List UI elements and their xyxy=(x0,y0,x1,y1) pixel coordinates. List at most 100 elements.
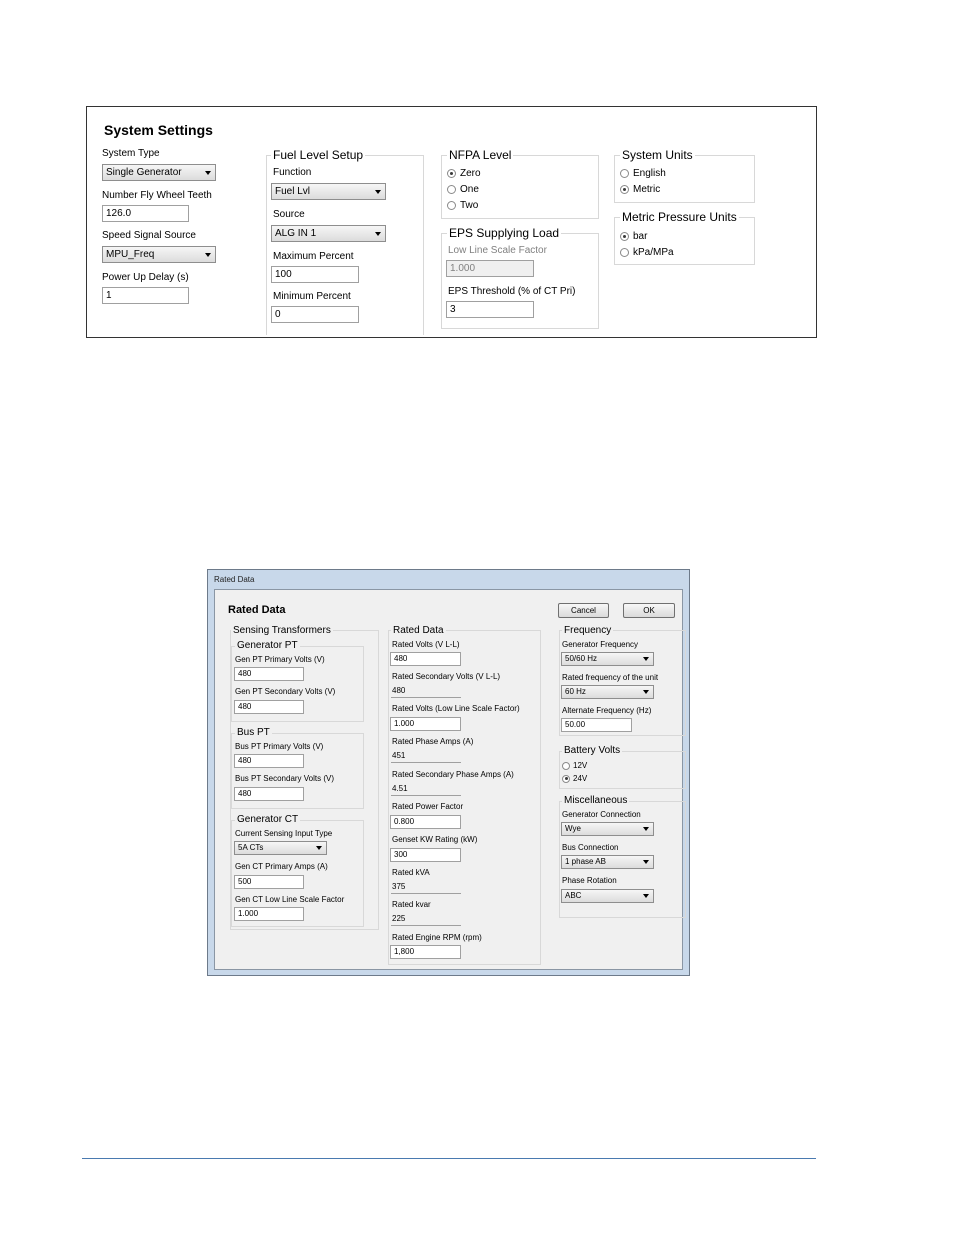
nfpa-radio-two[interactable]: Two xyxy=(447,200,478,211)
system-type-label: System Type xyxy=(102,148,160,159)
rated-data-window: Rated Data Rated Data Cancel OK Sensing … xyxy=(207,569,690,976)
sensing-transformers-title: Sensing Transformers xyxy=(231,625,333,636)
fly-wheel-input[interactable]: 126.0 xyxy=(102,205,189,222)
bus-pt-secondary-label: Bus PT Secondary Volts (V) xyxy=(235,774,335,783)
phase-rotation-value: ABC xyxy=(565,891,582,900)
eps-title: EPS Supplying Load xyxy=(447,226,562,240)
bus-connection-select[interactable]: 1 phase AB xyxy=(561,855,654,869)
rated-secondary-phase-amps-value: 4.51 xyxy=(391,782,461,796)
min-percent-input[interactable]: 0 xyxy=(271,306,359,323)
max-percent-input[interactable]: 100 xyxy=(271,266,359,283)
gen-pt-secondary-input[interactable]: 480 xyxy=(234,700,304,714)
phase-rotation-select[interactable]: ABC xyxy=(561,889,654,903)
pressure-units-title: Metric Pressure Units xyxy=(620,210,739,224)
rated-phase-amps-label: Rated Phase Amps (A) xyxy=(392,737,474,746)
gen-pt-secondary-label: Gen PT Secondary Volts (V) xyxy=(235,687,336,696)
gen-frequency-select[interactable]: 50/60 Hz xyxy=(561,652,654,666)
rated-kvar-label: Rated kvar xyxy=(392,900,431,909)
ct-input-type-select[interactable]: 5A CTs xyxy=(234,841,327,855)
eps-threshold-label: EPS Threshold (% of CT Pri) xyxy=(448,286,576,297)
bus-pt-primary-input[interactable]: 480 xyxy=(234,754,304,768)
system-type-select[interactable]: Single Generator xyxy=(102,164,216,181)
gen-pt-primary-input[interactable]: 480 xyxy=(234,667,304,681)
eps-scale-label: Low Line Scale Factor xyxy=(448,245,547,256)
radio-selected-icon xyxy=(447,169,456,178)
chevron-down-icon xyxy=(375,232,381,236)
system-units-group xyxy=(614,155,755,203)
radio-icon xyxy=(620,248,629,257)
gen-frequency-value: 50/60 Hz xyxy=(565,654,598,663)
pressure-option-label: bar xyxy=(633,231,648,242)
ct-input-type-label: Current Sensing Input Type xyxy=(235,829,333,838)
battery-option-label: 24V xyxy=(573,774,588,783)
function-select[interactable]: Fuel Lvl xyxy=(271,183,386,200)
gen-connection-select[interactable]: Wye xyxy=(561,822,654,836)
bus-pt-secondary-input[interactable]: 480 xyxy=(234,787,304,801)
min-percent-label: Minimum Percent xyxy=(273,291,351,302)
gen-connection-value: Wye xyxy=(565,824,581,833)
gen-ct-scale-input[interactable]: 1.000 xyxy=(234,907,304,921)
rated-data-group-title: Rated Data xyxy=(391,625,446,636)
speed-source-select[interactable]: MPU_Freq xyxy=(102,246,216,263)
source-value: ALG IN 1 xyxy=(275,228,317,239)
source-select[interactable]: ALG IN 1 xyxy=(271,225,386,242)
rated-secondary-volts-value: 480 xyxy=(391,684,461,698)
units-option-label: English xyxy=(633,168,666,179)
chevron-down-icon xyxy=(316,846,322,850)
chevron-down-icon xyxy=(205,171,211,175)
power-up-input[interactable]: 1 xyxy=(102,287,189,304)
eps-threshold-input[interactable]: 3 xyxy=(446,301,534,318)
dialog-title: Rated Data xyxy=(228,604,286,616)
system-settings-title: System Settings xyxy=(104,122,213,138)
rated-rpm-label: Rated Engine RPM (rpm) xyxy=(392,933,482,942)
radio-icon xyxy=(447,201,456,210)
radio-icon xyxy=(562,761,570,770)
nfpa-option-label: Two xyxy=(460,200,479,211)
cancel-button[interactable]: Cancel xyxy=(558,603,609,618)
radio-icon xyxy=(447,185,456,194)
chevron-down-icon xyxy=(643,690,649,694)
system-settings-panel: System Settings System Type Single Gener… xyxy=(86,106,817,338)
alt-frequency-input[interactable]: 50.00 xyxy=(561,718,632,732)
gen-ct-primary-input[interactable]: 500 xyxy=(234,875,304,889)
genset-kw-input[interactable]: 300 xyxy=(390,848,461,862)
units-radio-metric[interactable]: Metric xyxy=(620,184,660,195)
radio-selected-icon xyxy=(620,185,629,194)
rated-power-factor-input[interactable]: 0.800 xyxy=(390,815,461,829)
rated-kva-label: Rated kVA xyxy=(392,868,430,877)
genset-kw-label: Genset KW Rating (kW) xyxy=(392,835,478,844)
chevron-down-icon xyxy=(643,860,649,864)
units-radio-english[interactable]: English xyxy=(620,168,666,179)
battery-volts-group xyxy=(559,751,686,789)
rated-secondary-phase-amps-label: Rated Secondary Phase Amps (A) xyxy=(392,770,514,779)
pressure-radio-kpa[interactable]: kPa/MPa xyxy=(620,247,674,258)
nfpa-radio-zero[interactable]: Zero xyxy=(447,168,481,179)
system-units-title: System Units xyxy=(620,148,695,162)
phase-rotation-label: Phase Rotation xyxy=(562,876,617,885)
rated-frequency-select[interactable]: 60 Hz xyxy=(561,685,654,699)
chevron-down-icon xyxy=(375,190,381,194)
rated-phase-amps-value: 451 xyxy=(391,749,461,763)
rated-volts-input[interactable]: 480 xyxy=(390,652,461,666)
rated-volts-scale-input[interactable]: 1.000 xyxy=(390,717,461,731)
rated-rpm-input[interactable]: 1,800 xyxy=(390,945,461,959)
nfpa-radio-one[interactable]: One xyxy=(447,184,479,195)
gen-frequency-label: Generator Frequency xyxy=(562,640,639,649)
battery-radio-12v[interactable]: 12V xyxy=(562,761,587,770)
gen-pt-primary-label: Gen PT Primary Volts (V) xyxy=(235,655,325,664)
gen-connection-label: Generator Connection xyxy=(562,810,641,819)
fuel-level-title: Fuel Level Setup xyxy=(271,148,366,162)
radio-selected-icon xyxy=(562,774,570,783)
radio-icon xyxy=(620,169,629,178)
miscellaneous-title: Miscellaneous xyxy=(562,795,630,806)
gen-ct-scale-label: Gen CT Low Line Scale Factor xyxy=(235,895,345,904)
speed-source-value: MPU_Freq xyxy=(106,249,155,260)
max-percent-label: Maximum Percent xyxy=(273,251,354,262)
function-label: Function xyxy=(273,167,312,178)
battery-radio-24v[interactable]: 24V xyxy=(562,774,587,783)
ok-button[interactable]: OK xyxy=(623,603,675,618)
pressure-radio-bar[interactable]: bar xyxy=(620,231,647,242)
ct-input-type-value: 5A CTs xyxy=(238,843,264,852)
nfpa-option-label: One xyxy=(460,184,479,195)
pressure-option-label: kPa/MPa xyxy=(633,247,674,258)
